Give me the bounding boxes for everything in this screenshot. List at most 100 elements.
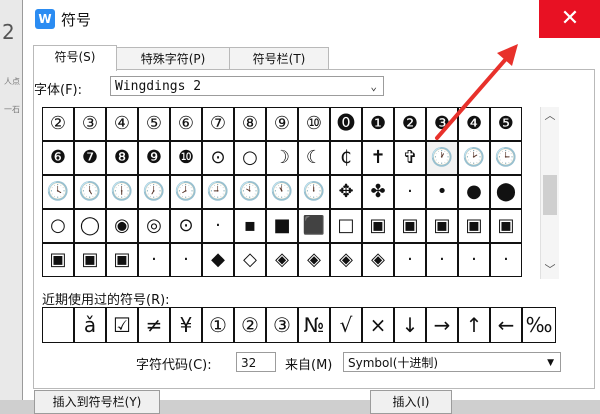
- symbol-cell[interactable]: ◈: [266, 243, 298, 277]
- recent-symbol-cell[interactable]: ☑: [106, 307, 138, 343]
- font-select[interactable]: Wingdings 2 ⌄: [110, 76, 384, 96]
- recent-symbol-cell[interactable]: ↑: [458, 307, 490, 343]
- symbol-cell[interactable]: ②: [42, 107, 74, 141]
- symbol-cell[interactable]: ▣: [42, 243, 74, 277]
- symbol-cell[interactable]: ❶: [362, 107, 394, 141]
- recent-symbol-cell[interactable]: ②: [234, 307, 266, 343]
- symbol-cell[interactable]: ▣: [106, 243, 138, 277]
- symbol-cell[interactable]: ▣: [490, 209, 522, 243]
- scrollbar-thumb[interactable]: [543, 175, 557, 215]
- symbol-grid-scrollbar[interactable]: ︿ ﹀: [540, 107, 559, 279]
- close-button[interactable]: ✕: [539, 0, 600, 38]
- symbol-cell[interactable]: ■: [266, 209, 298, 243]
- symbol-cell[interactable]: ❻: [42, 141, 74, 175]
- tab-symbol-bar[interactable]: 符号栏(T): [229, 47, 329, 70]
- symbol-cell[interactable]: ❽: [106, 141, 138, 175]
- symbol-cell[interactable]: 🕘: [202, 175, 234, 209]
- symbol-cell[interactable]: ·: [490, 243, 522, 277]
- recent-symbol-cell[interactable]: ¥: [170, 307, 202, 343]
- symbol-cell[interactable]: ✞: [394, 141, 426, 175]
- insert-to-symbol-bar-button[interactable]: 插入到符号栏(Y): [34, 390, 160, 414]
- symbol-cell[interactable]: ◎: [138, 209, 170, 243]
- recent-symbol-cell[interactable]: ↓: [394, 307, 426, 343]
- symbol-cell[interactable]: ◈: [362, 243, 394, 277]
- symbol-cell[interactable]: ④: [106, 107, 138, 141]
- symbol-cell[interactable]: 🕗: [170, 175, 202, 209]
- symbol-cell[interactable]: ·: [458, 243, 490, 277]
- symbol-cell[interactable]: ●: [458, 175, 490, 209]
- symbol-cell[interactable]: 🕐: [426, 141, 458, 175]
- symbol-cell[interactable]: ₵: [330, 141, 362, 175]
- symbol-cell[interactable]: ③: [74, 107, 106, 141]
- symbol-cell[interactable]: ◈: [298, 243, 330, 277]
- symbol-cell[interactable]: 🕔: [74, 175, 106, 209]
- symbol-cell[interactable]: ○: [42, 209, 74, 243]
- symbol-cell[interactable]: 🕓: [42, 175, 74, 209]
- symbol-cell[interactable]: ⑨: [266, 107, 298, 141]
- symbol-cell[interactable]: ·: [394, 243, 426, 277]
- symbol-cell[interactable]: ·: [138, 243, 170, 277]
- symbol-cell[interactable]: 🕚: [266, 175, 298, 209]
- recent-symbol-cell[interactable]: ǎ: [74, 307, 106, 343]
- recent-symbol-cell[interactable]: √: [330, 307, 362, 343]
- symbol-cell[interactable]: ❹: [458, 107, 490, 141]
- symbol-cell[interactable]: 🕖: [138, 175, 170, 209]
- symbol-cell[interactable]: ▪: [234, 209, 266, 243]
- symbol-cell[interactable]: 🕑: [458, 141, 490, 175]
- symbol-cell[interactable]: ·: [170, 243, 202, 277]
- symbol-cell[interactable]: 🕕: [106, 175, 138, 209]
- symbol-cell[interactable]: ◆: [202, 243, 234, 277]
- scroll-down-icon[interactable]: ﹀: [541, 261, 559, 279]
- recent-symbol-cell[interactable]: ≠: [138, 307, 170, 343]
- symbol-cell[interactable]: ⓿: [330, 107, 362, 141]
- symbol-cell[interactable]: 🕛: [298, 175, 330, 209]
- symbol-cell[interactable]: ⬤: [490, 175, 522, 209]
- symbol-cell[interactable]: □: [330, 209, 362, 243]
- symbol-cell[interactable]: ·: [202, 209, 234, 243]
- symbol-cell[interactable]: ❿: [170, 141, 202, 175]
- symbol-cell[interactable]: ⑦: [202, 107, 234, 141]
- symbol-cell[interactable]: ⑤: [138, 107, 170, 141]
- insert-button[interactable]: 插入(I): [370, 390, 452, 414]
- recent-symbol-cell[interactable]: ①: [202, 307, 234, 343]
- symbol-cell[interactable]: ·: [426, 243, 458, 277]
- symbol-cell[interactable]: ⑥: [170, 107, 202, 141]
- symbol-cell[interactable]: ❾: [138, 141, 170, 175]
- symbol-cell[interactable]: ☾: [298, 141, 330, 175]
- recent-symbol-cell[interactable]: ×: [362, 307, 394, 343]
- symbol-cell[interactable]: ▣: [362, 209, 394, 243]
- symbol-cell[interactable]: ◯: [74, 209, 106, 243]
- symbol-cell[interactable]: ⬛: [298, 209, 330, 243]
- recent-symbol-cell[interactable]: ←: [490, 307, 522, 343]
- symbol-cell[interactable]: ❷: [394, 107, 426, 141]
- recent-symbol-cell[interactable]: ③: [266, 307, 298, 343]
- recent-symbol-cell[interactable]: [42, 307, 74, 343]
- recent-symbol-cell[interactable]: №: [298, 307, 330, 343]
- symbol-cell[interactable]: ▣: [394, 209, 426, 243]
- symbol-cell[interactable]: ◇: [234, 243, 266, 277]
- symbol-cell[interactable]: ✥: [330, 175, 362, 209]
- symbol-cell[interactable]: ◉: [106, 209, 138, 243]
- symbol-cell[interactable]: ⊙: [202, 141, 234, 175]
- symbol-cell[interactable]: ◈: [330, 243, 362, 277]
- recent-symbol-cell[interactable]: →: [426, 307, 458, 343]
- scroll-up-icon[interactable]: ︿: [541, 107, 559, 125]
- symbol-cell[interactable]: ✤: [362, 175, 394, 209]
- symbol-cell[interactable]: 🕒: [490, 141, 522, 175]
- symbol-cell[interactable]: ⊙: [170, 209, 202, 243]
- symbol-cell[interactable]: ❺: [490, 107, 522, 141]
- symbol-cell[interactable]: ▣: [458, 209, 490, 243]
- tab-symbols[interactable]: 符号(S): [33, 45, 117, 71]
- symbol-cell[interactable]: •: [426, 175, 458, 209]
- symbol-cell[interactable]: ❼: [74, 141, 106, 175]
- symbol-cell[interactable]: ☽: [266, 141, 298, 175]
- symbol-cell[interactable]: ·: [394, 175, 426, 209]
- char-code-input[interactable]: 32: [236, 352, 276, 372]
- symbol-cell[interactable]: ▣: [74, 243, 106, 277]
- symbol-cell[interactable]: ▣: [426, 209, 458, 243]
- recent-symbol-cell[interactable]: ‰: [522, 307, 556, 343]
- symbol-cell[interactable]: ⑩: [298, 107, 330, 141]
- symbol-cell[interactable]: 🕙: [234, 175, 266, 209]
- symbol-cell[interactable]: ○: [234, 141, 266, 175]
- symbol-cell[interactable]: ❸: [426, 107, 458, 141]
